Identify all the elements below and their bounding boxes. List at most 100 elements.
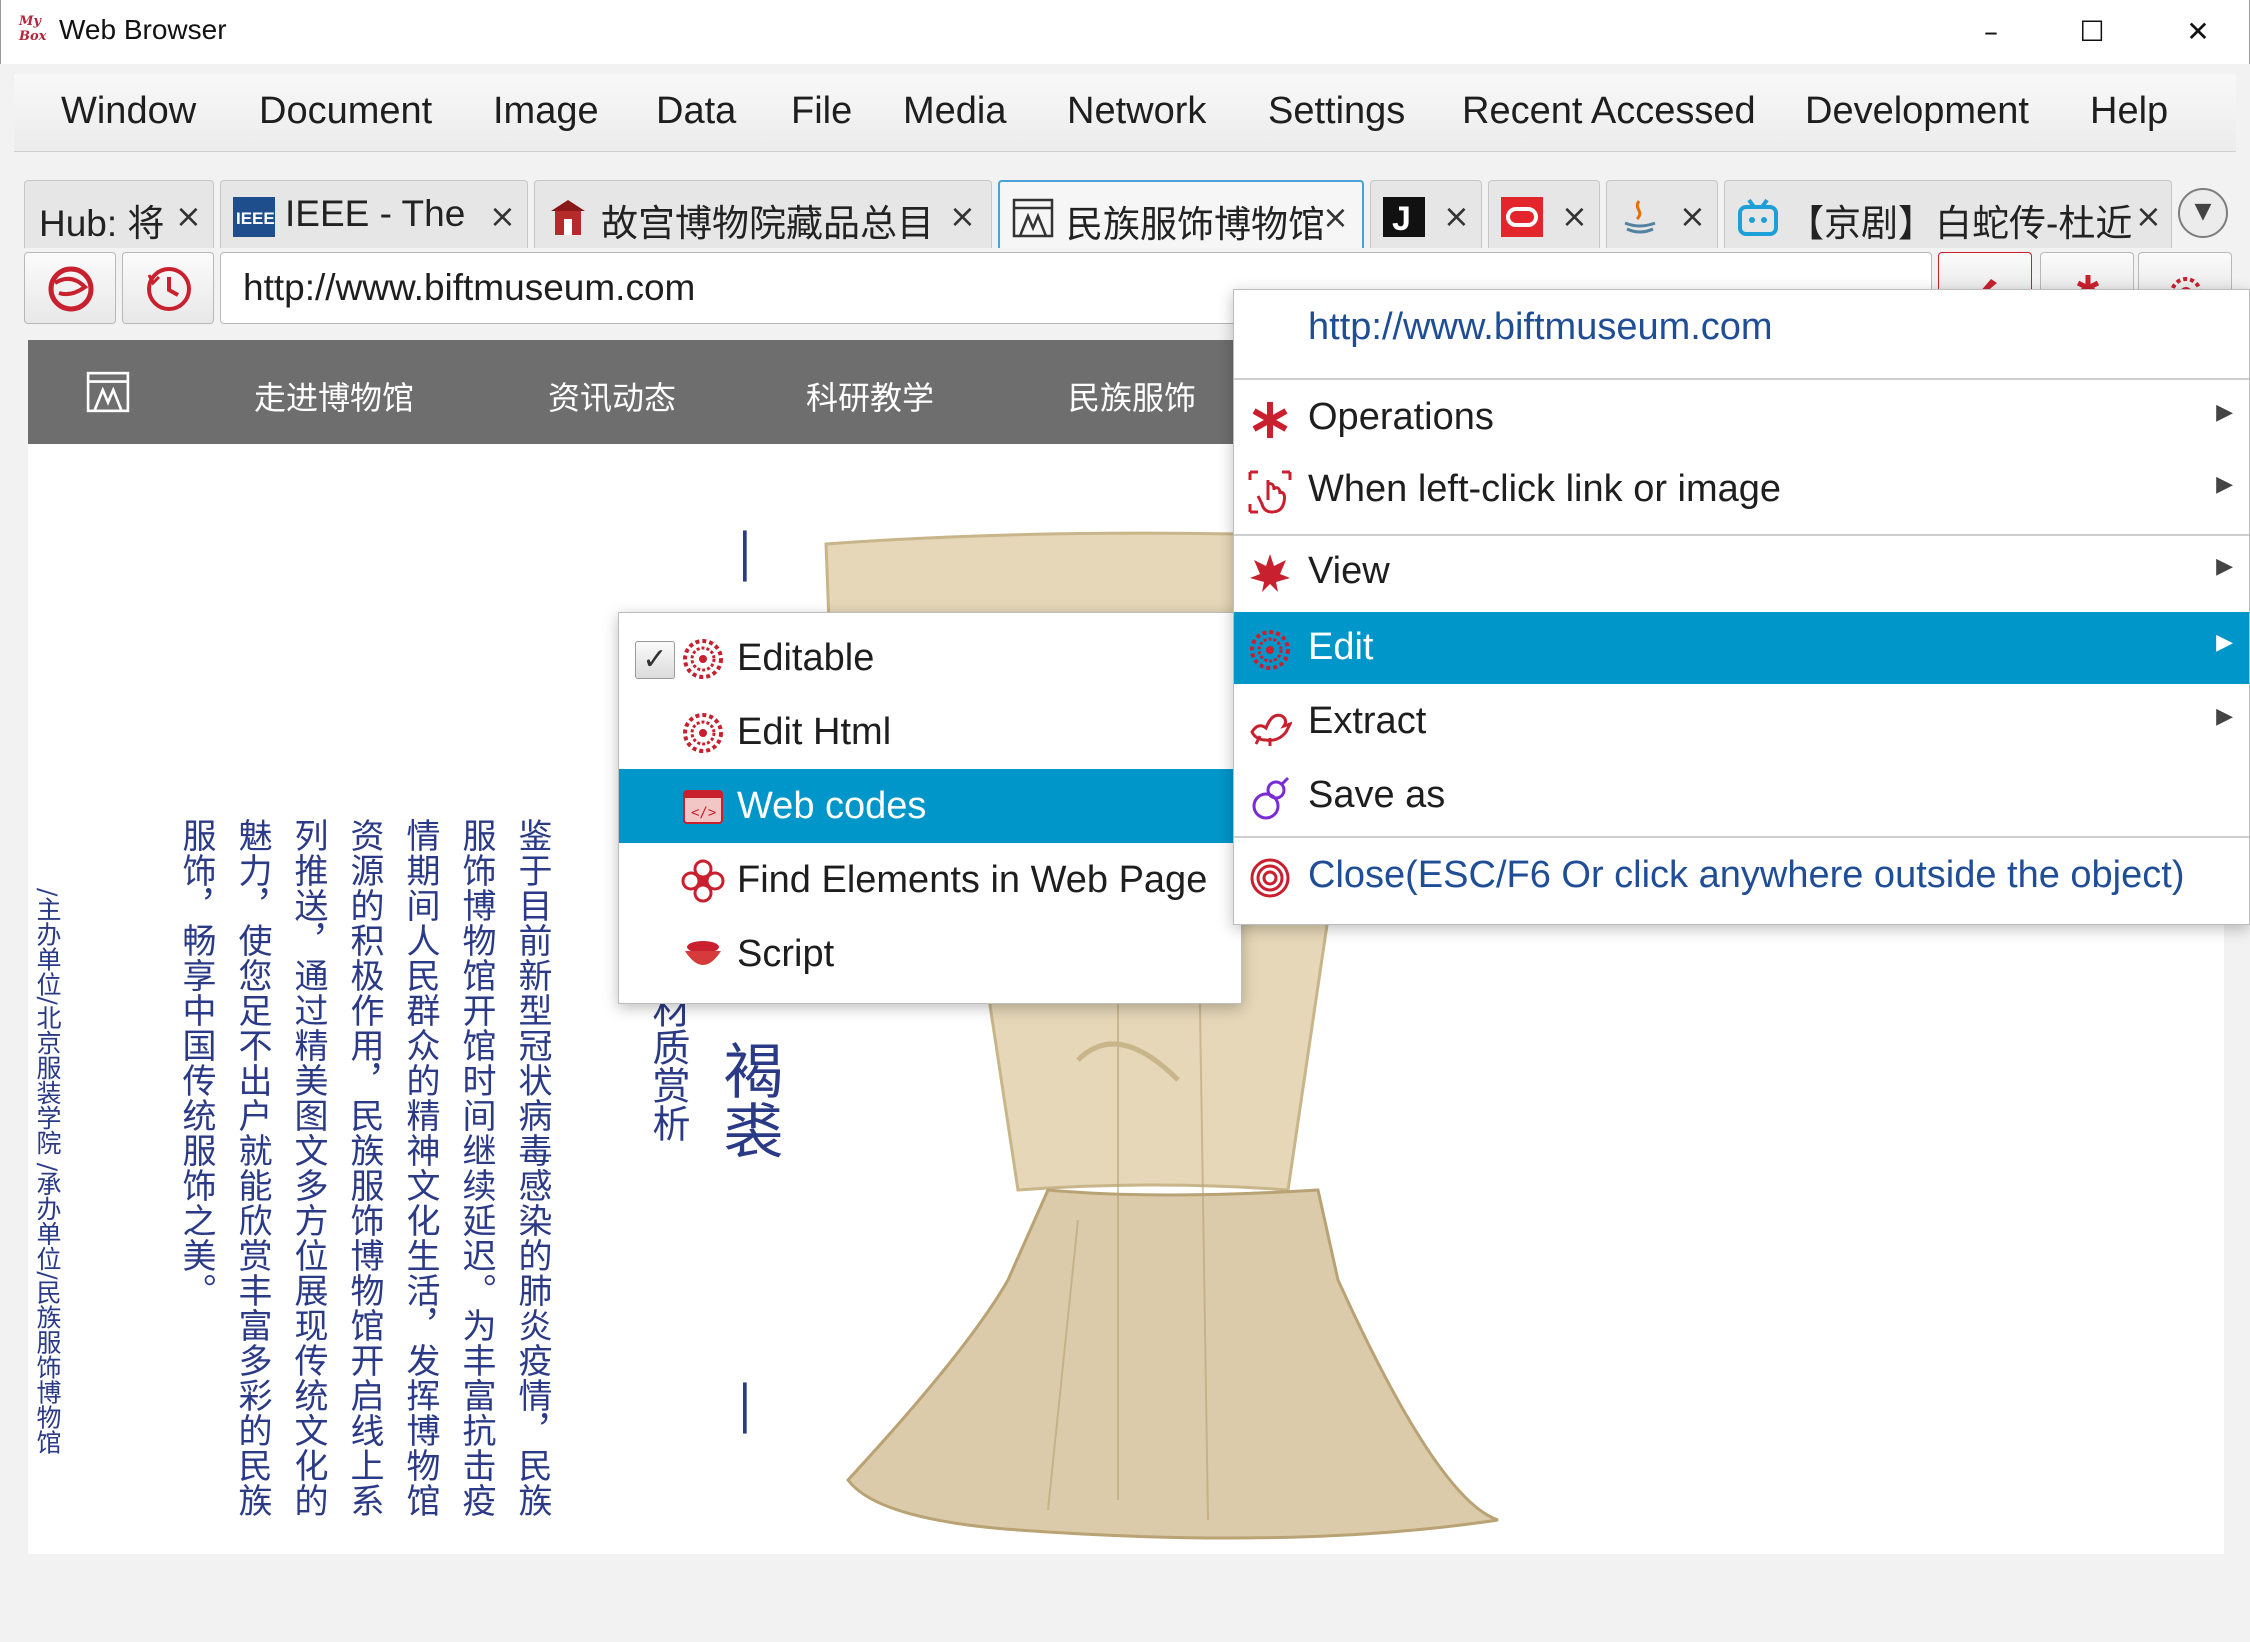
menu-item-save-as[interactable]: Save as <box>1234 760 2249 832</box>
menu-document[interactable]: Document <box>259 90 432 133</box>
close-swirl-icon <box>1250 858 1290 898</box>
dragon-icon <box>1250 713 1292 746</box>
close-window-button[interactable]: ✕ <box>2173 10 2223 54</box>
tab-ieee[interactable]: IEEE IEEE - The × <box>220 180 528 248</box>
menu-item-view[interactable]: View ▶ <box>1234 536 2249 608</box>
palace-museum-icon <box>551 200 585 235</box>
menu-data[interactable]: Data <box>656 90 736 133</box>
site-nav-about[interactable]: 走进博物馆 <box>254 373 414 419</box>
maple-leaf-icon <box>1250 554 1290 592</box>
chrysanthemum-icon <box>683 713 723 753</box>
menu-development[interactable]: Development <box>1805 90 2029 133</box>
menu-item-web-codes[interactable]: </> Web codes <box>619 769 1241 843</box>
notice-column: 鉴于目前新型冠状病毒感染的肺炎疫情，民族 <box>512 818 552 1518</box>
menu-separator <box>1234 378 2249 380</box>
oracle-icon <box>1501 197 1543 237</box>
menu-media[interactable]: Media <box>903 90 1007 133</box>
script-bowl-icon <box>685 941 721 965</box>
editable-checkbox[interactable]: ✓ <box>635 641 675 679</box>
notice-column: 列推送，通过精美图文多方位展现传统文化的 <box>288 818 328 1518</box>
notice-column: 服饰博物馆开馆时间继续延迟。为丰富抗击疫 <box>456 818 496 1518</box>
tab-close-button[interactable]: × <box>1322 198 1349 236</box>
bird-icon <box>1979 279 1997 292</box>
menu-item-label: Edit Html <box>737 711 892 753</box>
history-button[interactable] <box>122 252 214 324</box>
asterisk-menu-button[interactable] <box>2040 252 2134 292</box>
site-nav-news[interactable]: 资讯动态 <box>548 373 676 419</box>
menu-item-script[interactable]: Script <box>619 917 1241 991</box>
window-title: Web Browser <box>59 14 227 45</box>
menu-url-header[interactable]: http://www.biftmuseum.com <box>1234 292 2249 364</box>
submenu-arrow-icon: ▶ <box>2216 472 2233 497</box>
submenu-arrow-icon: ▶ <box>2216 400 2233 425</box>
menu-item-label: Edit <box>1308 626 1374 668</box>
bird-menu-button[interactable] <box>1938 252 2032 292</box>
submenu-arrow-icon: ▶ <box>2216 554 2233 579</box>
tab-label: 【京剧】白蛇传-杜近 <box>1787 203 2133 244</box>
menu-item-label: When left-click link or image <box>1308 468 1782 510</box>
menu-network[interactable]: Network <box>1067 90 1206 133</box>
notice-column: 资源的积极作用，民族服饰博物馆开启线上系 <box>344 818 384 1518</box>
submenu-arrow-icon: ▶ <box>2216 704 2233 729</box>
chrysanthemum-icon <box>683 639 723 679</box>
menu-item-edit[interactable]: Edit ▶ <box>1234 612 2249 684</box>
menu-recent-accessed[interactable]: Recent Accessed <box>1462 90 1756 133</box>
home-button[interactable] <box>24 252 116 324</box>
menu-window[interactable]: Window <box>61 90 196 133</box>
menu-item-find-elements[interactable]: Find Elements in Web Page <box>619 843 1241 917</box>
menu-item-label: Operations <box>1308 396 1494 438</box>
tab-list-dropdown-button[interactable]: ▼ <box>2178 188 2228 238</box>
gourd-icon <box>1252 776 1290 820</box>
menu-settings[interactable]: Settings <box>1268 90 1405 133</box>
museum-logo-icon <box>1012 198 1054 238</box>
minimize-button[interactable]: – <box>1966 10 2016 54</box>
site-nav-costumes[interactable]: 民族服饰 <box>1068 373 1196 419</box>
notice-column: 服饰，畅享中国传统服饰之美。 <box>176 818 216 1308</box>
site-nav-research[interactable]: 科研教学 <box>806 373 934 419</box>
tab-strip: Hub: 将 × IEEE IEEE - The × 故宫博物院藏品总目 × 民… <box>24 170 2234 250</box>
tab-bilibili[interactable]: 【京剧】白蛇传-杜近 × <box>1724 180 2172 248</box>
tab-j[interactable]: J × <box>1370 180 1482 248</box>
java-icon <box>1624 200 1656 234</box>
tab-palace-museum[interactable]: 故宫博物院藏品总目 × <box>534 180 992 248</box>
tab-oracle[interactable]: × <box>1488 180 1600 248</box>
menu-item-editable[interactable]: ✓ Editable <box>619 621 1241 695</box>
svg-text:IEEE: IEEE <box>236 209 275 228</box>
click-hand-icon <box>1248 470 1292 514</box>
svg-text:J: J <box>1392 200 1411 237</box>
museum-logo-icon[interactable] <box>86 370 130 414</box>
menu-bar: Window Document Image Data File Media Ne… <box>14 74 2236 152</box>
find-knot-icon <box>681 859 725 903</box>
menu-item-edit-html[interactable]: Edit Html <box>619 695 1241 769</box>
notice-column: 魅力，使您足不出户就能欣赏丰富多彩的民族 <box>232 818 272 1518</box>
menu-item-label: View <box>1308 550 1390 592</box>
j-logo-icon: J <box>1383 197 1425 237</box>
tab-close-button[interactable]: × <box>949 197 976 235</box>
heading-title: 褐裘 <box>713 1040 783 1160</box>
menu-file[interactable]: File <box>791 90 852 133</box>
menu-item-left-click-behavior[interactable]: When left-click link or image ▶ <box>1234 454 2249 526</box>
tab-close-button[interactable]: × <box>489 197 516 235</box>
menu-image[interactable]: Image <box>493 90 599 133</box>
tab-close-button[interactable]: × <box>1443 197 1470 235</box>
menu-item-label: Editable <box>737 637 875 679</box>
menu-item-extract[interactable]: Extract ▶ <box>1234 686 2249 758</box>
tab-ethnic-costume-museum[interactable]: 民族服饰博物馆 × <box>998 180 1364 248</box>
tab-java[interactable]: × <box>1606 180 1718 248</box>
flower-menu-button[interactable] <box>2138 252 2232 292</box>
history-clock-icon <box>147 267 191 311</box>
tab-close-button[interactable]: × <box>1679 197 1706 235</box>
tab-close-button[interactable]: × <box>175 197 202 235</box>
menu-item-close[interactable]: Close(ESC/F6 Or click anywhere outside t… <box>1234 840 2249 912</box>
title-bar: My Box Web Browser – ☐ ✕ <box>0 0 2250 64</box>
tab-close-button[interactable]: × <box>1561 197 1588 235</box>
menu-item-label: Close(ESC/F6 Or click anywhere outside t… <box>1308 854 2185 896</box>
maximize-button[interactable]: ☐ <box>2067 10 2117 54</box>
menu-separator <box>1234 836 2249 838</box>
menu-item-operations[interactable]: Operations ▶ <box>1234 382 2249 454</box>
asterisk-icon <box>2076 275 2100 292</box>
menu-help[interactable]: Help <box>2090 90 2168 133</box>
tab-close-button[interactable]: × <box>2135 197 2162 235</box>
tab-hub[interactable]: Hub: 将 × <box>24 180 214 248</box>
menu-url-text: http://www.biftmuseum.com <box>1308 306 1773 348</box>
